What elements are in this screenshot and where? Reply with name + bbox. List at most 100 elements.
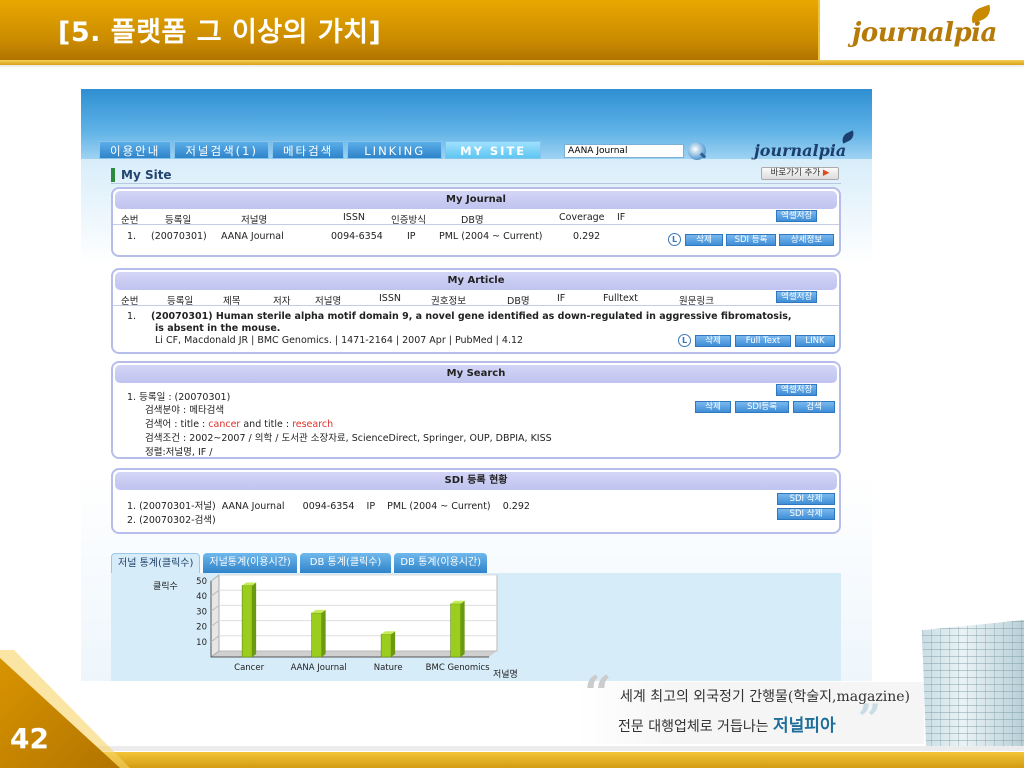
header-divider-shadow [0, 65, 1024, 67]
row-db: PML (2004 ~ Current) [439, 231, 543, 242]
tab-journal-time[interactable]: 저널통계(이용시간) [203, 553, 297, 573]
bar [450, 603, 461, 658]
nav-tab-guide[interactable]: 이용안내 [99, 141, 172, 159]
search-button[interactable]: 검색 [793, 401, 835, 413]
search-icon[interactable] [688, 142, 706, 160]
article-title-line2[interactable]: is absent in the mouse. [155, 323, 280, 334]
col-db: DB명 [461, 215, 484, 226]
building-windows [922, 620, 1024, 748]
search-query: 검색어 : title : cancer and title : researc… [145, 416, 333, 430]
bar-side [252, 582, 257, 657]
tab-db-clicks[interactable]: DB 통계(클릭수) [299, 553, 392, 573]
sdi-delete-button[interactable]: SDI 삭제 [777, 508, 835, 520]
row-no: 1. [127, 231, 137, 242]
sdi-row-1: 1. (20070301-저널) AANA Journal 0094-6354 … [127, 501, 530, 512]
my-article-panel: My Article 순번 등록일 제목 저자 저널명 ISSN 권호정보 DB… [111, 268, 841, 354]
bar [311, 612, 322, 658]
sdi-delete-button[interactable]: SDI 삭제 [777, 493, 835, 505]
excel-export-button[interactable]: 엑셀저장 [776, 291, 818, 303]
tab-db-time[interactable]: DB 통계(이용시간) [394, 553, 488, 573]
col-no: 순번 [121, 296, 139, 307]
nav-tab-journal-search[interactable]: 저널검색(1) [174, 141, 269, 159]
link-icon[interactable]: L [678, 334, 691, 347]
my-search-panel: My Search 엑셀저장 1. 등록일 : (20070301) 검색분야 … [111, 361, 841, 459]
col-fulltext: Fulltext [603, 293, 638, 304]
my-article-columns: 순번 등록일 제목 저자 저널명 ISSN 권호정보 DB명 IF Fullte… [113, 290, 839, 307]
excel-export-button[interactable]: 엑셀저장 [776, 210, 818, 222]
y-tick-label: 10 [196, 638, 207, 648]
col-title: 제목 [223, 296, 241, 307]
my-search-title: My Search [115, 365, 837, 383]
full-text-button[interactable]: Full Text [735, 335, 791, 347]
row-journal: AANA Journal [221, 231, 284, 242]
x-tick-label: BMC Genomics [426, 663, 491, 673]
sdi-panel: SDI 등록 현황 1. (20070301-저널) AANA Journal … [111, 468, 841, 534]
row-if: 0.292 [573, 231, 601, 242]
y-tick-label: 30 [196, 607, 207, 617]
sdi-register-button[interactable]: SDI 등록 [726, 234, 776, 246]
detail-button[interactable]: 상세정보 [779, 234, 834, 246]
col-journal: 저널명 [241, 215, 268, 226]
slide: [5. 플랫폼 그 이상의 가치] journalpia 이용안내 저널검색(1… [0, 0, 1024, 768]
add-shortcut-label: 바로가기 추가 [770, 168, 821, 178]
y-tick-label: 20 [196, 623, 207, 633]
stats-tabs: 저널 통계(클릭수) 저널통계(이용시간) DB 통계(클릭수) DB 통계(이… [111, 553, 490, 573]
col-volume: 권호정보 [431, 296, 466, 307]
row-no: 1. [127, 311, 137, 322]
tagline-line2: 전문 대행업체로 거듭나는 저널피아 [618, 711, 836, 736]
my-journal-title: My Journal [115, 191, 837, 209]
x-axis-label: 저널명 [493, 669, 518, 680]
link-button[interactable]: LINK [795, 335, 835, 347]
nav-tab-linking[interactable]: LINKING [347, 141, 443, 159]
tagline-brand: 저널피아 [773, 716, 836, 736]
bar [241, 585, 253, 658]
x-tick-label: AANA Journal [291, 663, 347, 673]
col-date: 등록일 [165, 215, 192, 226]
delete-button[interactable]: 삭제 [695, 335, 731, 347]
y-tick-label: 50 [196, 577, 207, 587]
x-tick-label: Nature [374, 663, 403, 673]
sdi-row-2: 2. (20070302-검색) [127, 515, 216, 526]
y-axis-label: 클릭수 [153, 580, 178, 592]
tagline-prefix: 전문 대행업체로 거듭나는 [618, 719, 774, 735]
bar [380, 633, 392, 658]
y-tick-label: 40 [196, 592, 207, 602]
search-date: 1. 등록일 : (20070301) [127, 392, 231, 403]
col-db: DB명 [507, 296, 530, 307]
col-journal: 저널명 [315, 296, 342, 307]
col-if: IF [557, 293, 566, 304]
article-meta: Li CF, Macdonald JR | BMC Genomics. | 14… [155, 335, 524, 346]
footer-divider [0, 746, 1024, 751]
row-auth: IP [407, 231, 416, 242]
nav-tab-meta-search[interactable]: 메타검색 [271, 141, 345, 159]
search-sort: 정렬:저널명, IF / [145, 447, 213, 458]
sdi-register-button[interactable]: SDI등록 [735, 401, 789, 413]
tab-journal-clicks[interactable]: 저널 통계(클릭수) [111, 553, 201, 573]
col-no: 순번 [121, 215, 139, 226]
my-article-title: My Article [115, 272, 837, 290]
delete-button[interactable]: 삭제 [685, 234, 723, 246]
row-issn: 0094-6354 [331, 231, 383, 242]
title-divider [111, 183, 841, 184]
sdi-rows: 1. (20070301-저널) AANA Journal 0094-6354 … [113, 490, 839, 530]
play-arrow-icon: ▶ [822, 168, 830, 178]
bar-side [391, 631, 396, 657]
bar-side [321, 609, 326, 657]
add-shortcut-button[interactable]: 바로가기 추가 ▶ [761, 167, 839, 180]
site-logo[interactable]: journalpia [754, 141, 846, 160]
search-field: 검색분야 : 메타검색 [145, 405, 225, 416]
query-prefix: 검색어 : title : [145, 419, 209, 430]
nav-tab-my-site[interactable]: MY SITE [445, 141, 542, 159]
query-mid: and title : [240, 419, 293, 430]
my-journal-columns: 순번 등록일 저널명 ISSN 인증방식 DB명 Coverage IF [113, 209, 839, 226]
search-input[interactable]: AANA Journal [564, 144, 684, 158]
stats-panel: 클릭수 10 20 30 40 50 Cancer AANA Journal Nature BMC… [111, 573, 841, 681]
search-conditions: 검색조건 : 2002~2007 / 의학 / 도서관 소장자료, Scienc… [145, 433, 552, 444]
link-icon[interactable]: L [668, 233, 681, 246]
query-term-1: cancer [208, 419, 241, 430]
delete-button[interactable]: 삭제 [695, 401, 731, 413]
my-search-row: 1. 등록일 : (20070301) 검색분야 : 메타검색 검색어 : ti… [113, 383, 839, 459]
quote-close-icon: ” [858, 696, 882, 743]
bar-side [460, 600, 465, 657]
article-title-line1[interactable]: (20070301) Human sterile alpha motif dom… [151, 311, 792, 322]
